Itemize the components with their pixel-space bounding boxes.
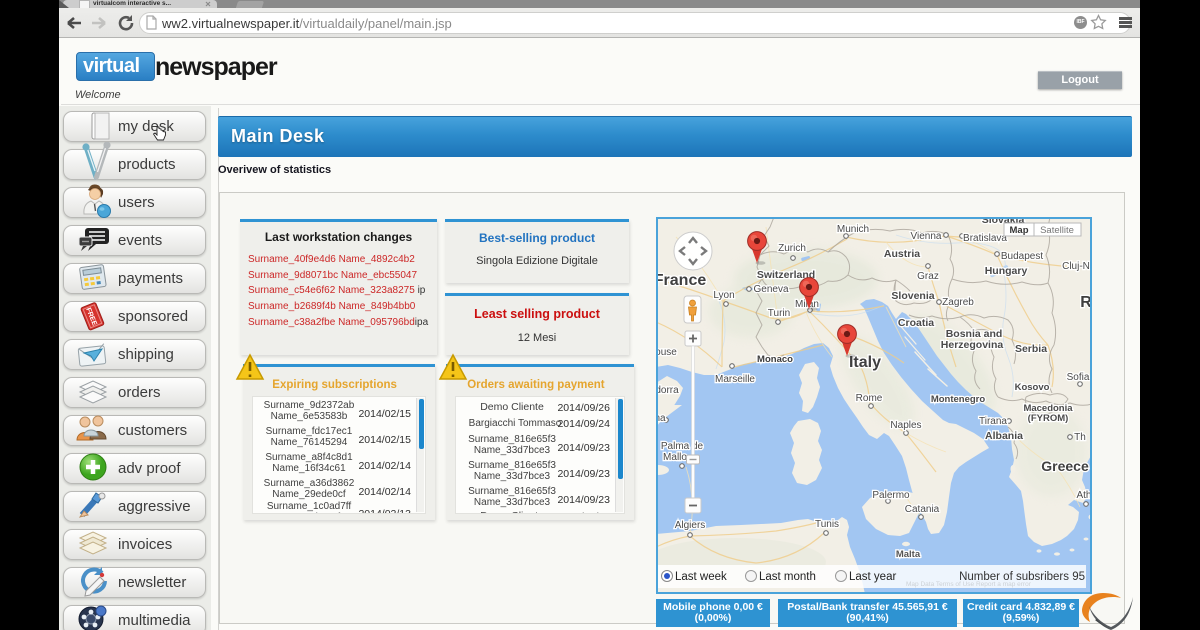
svg-text:Marseille: Marseille (715, 374, 755, 385)
svg-text:Catania: Catania (905, 504, 940, 515)
svg-text:Herzegovina: Herzegovina (941, 339, 1004, 351)
svg-text:Hungary: Hungary (985, 265, 1028, 277)
svg-text:Palma de: Palma de (661, 441, 704, 452)
svg-text:Mallo: Mallo (663, 452, 687, 463)
svg-text:Zagreb: Zagreb (942, 297, 974, 308)
svg-text:Turin: Turin (768, 308, 790, 319)
svg-text:Budapest: Budapest (1001, 251, 1043, 262)
svg-text:(FYROM): (FYROM) (1028, 413, 1069, 424)
svg-text:Graz: Graz (917, 271, 939, 282)
svg-text:Rome: Rome (856, 393, 883, 404)
svg-text:Satellite: Satellite (1040, 225, 1074, 236)
svg-text:ouse: ouse (656, 347, 677, 358)
svg-text:Slovenia: Slovenia (891, 290, 934, 302)
svg-text:Monaco: Monaco (757, 354, 793, 365)
svg-text:Last year: Last year (849, 571, 896, 583)
svg-text:Albania: Albania (985, 430, 1023, 442)
svg-text:Malta: Malta (896, 549, 921, 560)
svg-text:Vienna: Vienna (911, 231, 942, 242)
svg-text:Tunis: Tunis (815, 519, 839, 530)
svg-text:Montenegro: Montenegro (931, 394, 986, 405)
svg-text:Serbia: Serbia (1015, 343, 1047, 355)
svg-text:dorra: dorra (656, 385, 679, 396)
svg-text:Munich: Munich (837, 224, 869, 235)
svg-text:Tirana: Tirana (979, 416, 1007, 427)
svg-text:Last month: Last month (759, 571, 816, 583)
svg-text:Zurich: Zurich (778, 243, 806, 254)
svg-text:Naples: Naples (890, 420, 921, 431)
svg-text:Number of subsribers 95: Number of subsribers 95 (959, 571, 1085, 583)
svg-text:Austria: Austria (884, 248, 920, 260)
svg-text:Croatia: Croatia (898, 317, 934, 329)
svg-text:Greece: Greece (1041, 458, 1089, 474)
svg-text:Ath: Ath (1076, 490, 1091, 501)
svg-text:Last week: Last week (675, 571, 727, 583)
svg-text:France: France (656, 272, 706, 289)
svg-text:Bratislava: Bratislava (963, 233, 1007, 244)
svg-text:Algiers: Algiers (675, 520, 706, 531)
svg-text:Th: Th (1074, 432, 1086, 443)
svg-text:Map: Map (1010, 225, 1029, 236)
svg-text:Cluj-N: Cluj-N (1062, 261, 1090, 272)
svg-text:Lyon: Lyon (713, 290, 734, 301)
svg-text:Geneva: Geneva (753, 284, 788, 295)
svg-text:Sofia: Sofia (1067, 372, 1090, 383)
svg-text:Kosovo: Kosovo (1015, 382, 1050, 393)
svg-text:Palermo: Palermo (872, 490, 910, 501)
